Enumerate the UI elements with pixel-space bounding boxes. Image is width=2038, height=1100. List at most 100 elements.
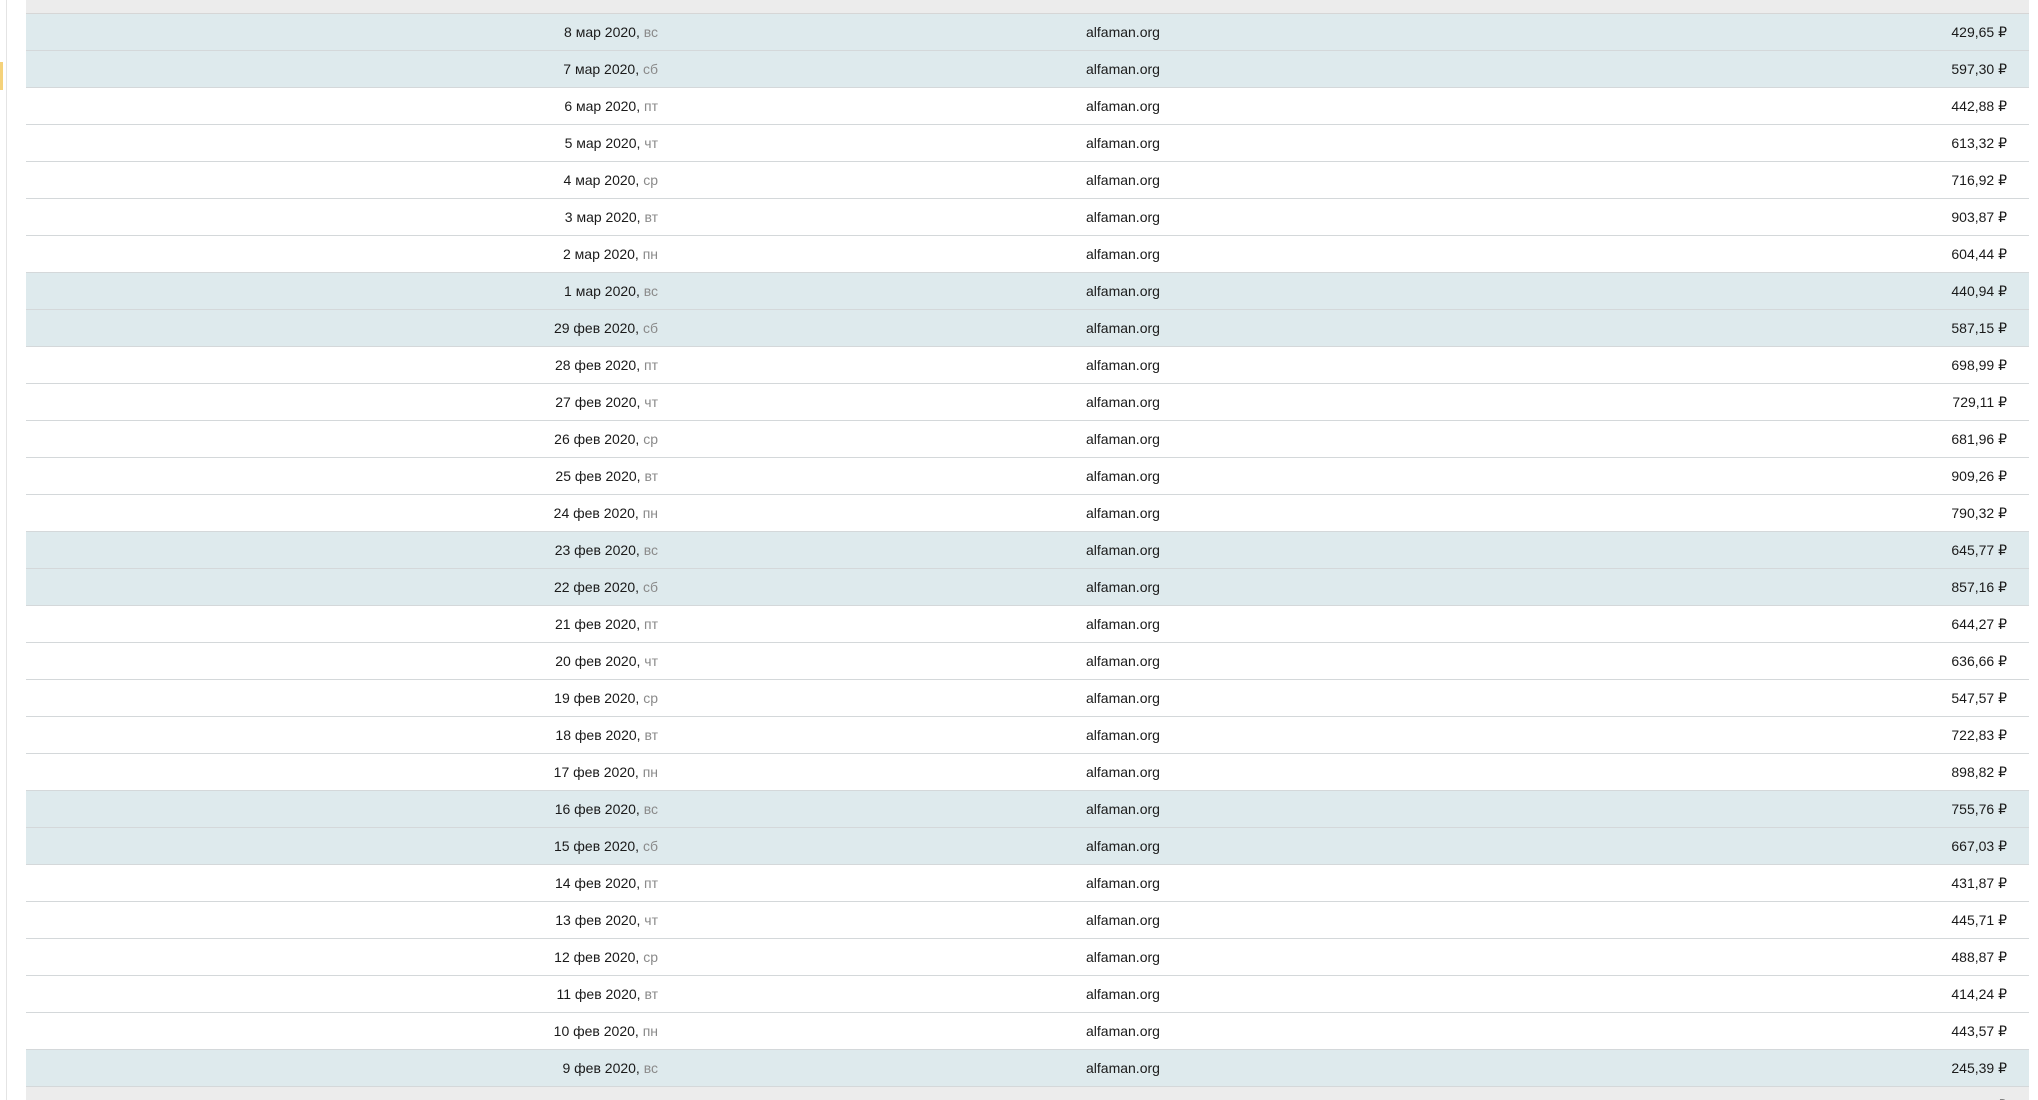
amount-cell: 644,27 ₽ <box>1951 616 2007 632</box>
date-cell: 3 мар 2020, вт <box>565 199 658 235</box>
total-label: Итого <box>216 1087 253 1100</box>
table-row: 14 фев 2020, пт alfaman.org 431,87 ₽ <box>26 865 2029 902</box>
date-cell: 23 фев 2020, вс <box>555 532 658 568</box>
date-cell: 10 фев 2020, пн <box>554 1013 658 1049</box>
amount-cell: 597,30 ₽ <box>1951 61 2007 77</box>
weekday-text: пт <box>644 616 658 632</box>
table-row: 11 фев 2020, вт alfaman.org 414,24 ₽ <box>26 976 2029 1013</box>
date-text: 14 фев 2020, <box>554 875 641 891</box>
date-text: 28 фев 2020, <box>554 357 641 373</box>
weekday-text: чт <box>644 912 658 928</box>
weekday-text: пт <box>644 98 658 114</box>
amount-cell: 722,83 ₽ <box>1951 727 2007 743</box>
date-text: 17 фев 2020, <box>553 764 639 780</box>
amount-cell: 429,65 ₽ <box>1951 24 2007 40</box>
site-cell: alfaman.org <box>1086 912 1160 928</box>
amount-cell: 755,76 ₽ <box>1951 801 2007 817</box>
amount-cell: 604,44 ₽ <box>1951 246 2007 262</box>
weekday-text: сб <box>642 579 658 595</box>
date-text: 20 фев 2020, <box>555 653 641 669</box>
table-row: 24 фев 2020, пн alfaman.org 790,32 ₽ <box>26 495 2029 532</box>
site-cell: alfaman.org <box>1086 246 1160 262</box>
table-row: 21 фев 2020, пт alfaman.org 644,27 ₽ <box>26 606 2029 643</box>
site-cell: alfaman.org <box>1086 727 1160 743</box>
weekday-text: чт <box>644 653 658 669</box>
amount-cell: 587,15 ₽ <box>1951 320 2007 336</box>
date-cell: 26 фев 2020, ср <box>554 421 658 457</box>
date-text: 1 мар 2020, <box>564 283 640 299</box>
table-row: 3 мар 2020, вт alfaman.org 903,87 ₽ <box>26 199 2029 236</box>
site-cell: alfaman.org <box>1086 98 1160 114</box>
date-cell: 11 фев 2020, вт <box>556 976 658 1012</box>
stats-page: 8 мар 2020, вс alfaman.org 429,65 ₽ 7 мар 2… <box>0 0 2038 1100</box>
amount-cell: 245,39 ₽ <box>1951 1060 2007 1076</box>
site-cell: alfaman.org <box>1086 505 1160 521</box>
table-row: 17 фев 2020, пн alfaman.org 898,82 ₽ <box>26 754 2029 791</box>
date-text: 4 мар 2020, <box>563 172 640 188</box>
table-row: 20 фев 2020, чт alfaman.org 636,66 ₽ <box>26 643 2029 680</box>
weekday-text: пн <box>642 1023 658 1039</box>
date-cell: 9 фев 2020, вс <box>562 1050 658 1086</box>
site-cell: alfaman.org <box>1086 24 1160 40</box>
date-cell: 8 мар 2020, вс <box>564 14 658 50</box>
weekday-text: вс <box>643 542 658 558</box>
site-cell: alfaman.org <box>1086 320 1160 336</box>
date-text: 9 фев 2020, <box>562 1060 640 1076</box>
amount-cell: 488,87 ₽ <box>1951 949 2007 965</box>
weekday-text: вс <box>643 1060 658 1076</box>
date-cell: 2 мар 2020, пн <box>563 236 658 272</box>
amount-cell: 445,71 ₽ <box>1951 912 2007 928</box>
date-cell: 12 фев 2020, ср <box>554 939 658 975</box>
amount-cell: 414,24 ₽ <box>1951 986 2007 1002</box>
date-cell: 4 мар 2020, ср <box>564 162 658 198</box>
table-row: 6 мар 2020, пт alfaman.org 442,88 ₽ <box>26 88 2029 125</box>
date-text: 3 мар 2020, <box>564 209 641 225</box>
date-cell: 25 фев 2020, вт <box>555 458 658 494</box>
weekday-text: вс <box>643 24 658 40</box>
weekday-text: вт <box>644 727 658 743</box>
weekday-text: ср <box>643 431 658 447</box>
site-cell: alfaman.org <box>1086 283 1160 299</box>
date-text: 7 мар 2020, <box>563 61 640 77</box>
date-text: 12 фев 2020, <box>554 949 640 965</box>
site-cell: alfaman.org <box>1086 690 1160 706</box>
weekday-text: сб <box>642 320 658 336</box>
table-row: 18 фев 2020, вт alfaman.org 722,83 ₽ <box>26 717 2029 754</box>
date-cell: 18 фев 2020, вт <box>555 717 658 753</box>
weekday-text: чт <box>644 394 658 410</box>
site-cell: alfaman.org <box>1086 764 1160 780</box>
total-amount: 17 991,64 ₽ <box>1932 1087 2007 1100</box>
table-row: 10 фев 2020, пн alfaman.org 443,57 ₽ <box>26 1013 2029 1050</box>
amount-cell: 645,77 ₽ <box>1951 542 2007 558</box>
date-text: 2 мар 2020, <box>563 246 639 262</box>
table-row: 7 мар 2020, сб alfaman.org 597,30 ₽ <box>26 51 2029 88</box>
table-row: 9 фев 2020, вс alfaman.org 245,39 ₽ <box>26 1050 2029 1087</box>
table-row: 26 фев 2020, ср alfaman.org 681,96 ₽ <box>26 421 2029 458</box>
site-cell: alfaman.org <box>1086 135 1160 151</box>
total-row: Итого 17 991,64 ₽ <box>26 1087 2029 1100</box>
date-text: 26 фев 2020, <box>554 431 640 447</box>
site-cell: alfaman.org <box>1086 394 1160 410</box>
site-cell: alfaman.org <box>1086 838 1160 854</box>
amount-cell: 909,26 ₽ <box>1951 468 2007 484</box>
site-cell: alfaman.org <box>1086 579 1160 595</box>
amount-cell: 443,57 ₽ <box>1951 1023 2007 1039</box>
date-cell: 27 фев 2020, чт <box>555 384 658 420</box>
site-cell: alfaman.org <box>1086 209 1160 225</box>
date-cell: 21 фев 2020, пт <box>555 606 658 642</box>
amount-cell: 440,94 ₽ <box>1951 283 2007 299</box>
date-cell: 14 фев 2020, пт <box>555 865 658 901</box>
weekday-text: чт <box>644 135 658 151</box>
amount-cell: 667,03 ₽ <box>1951 838 2007 854</box>
weekday-text: ср <box>643 172 658 188</box>
table-row: 23 фев 2020, вс alfaman.org 645,77 ₽ <box>26 532 2029 569</box>
date-text: 25 фев 2020, <box>555 468 641 484</box>
date-cell: 15 фев 2020, сб <box>554 828 658 864</box>
weekday-text: пт <box>644 875 658 891</box>
table-header-strip <box>26 0 2029 14</box>
table-row: 1 мар 2020, вс alfaman.org 440,94 ₽ <box>26 273 2029 310</box>
date-cell: 5 мар 2020, чт <box>565 125 658 161</box>
amount-cell: 729,11 ₽ <box>1952 394 2007 410</box>
table-row: 8 мар 2020, вс alfaman.org 429,65 ₽ <box>26 14 2029 51</box>
amount-cell: 442,88 ₽ <box>1951 98 2007 114</box>
